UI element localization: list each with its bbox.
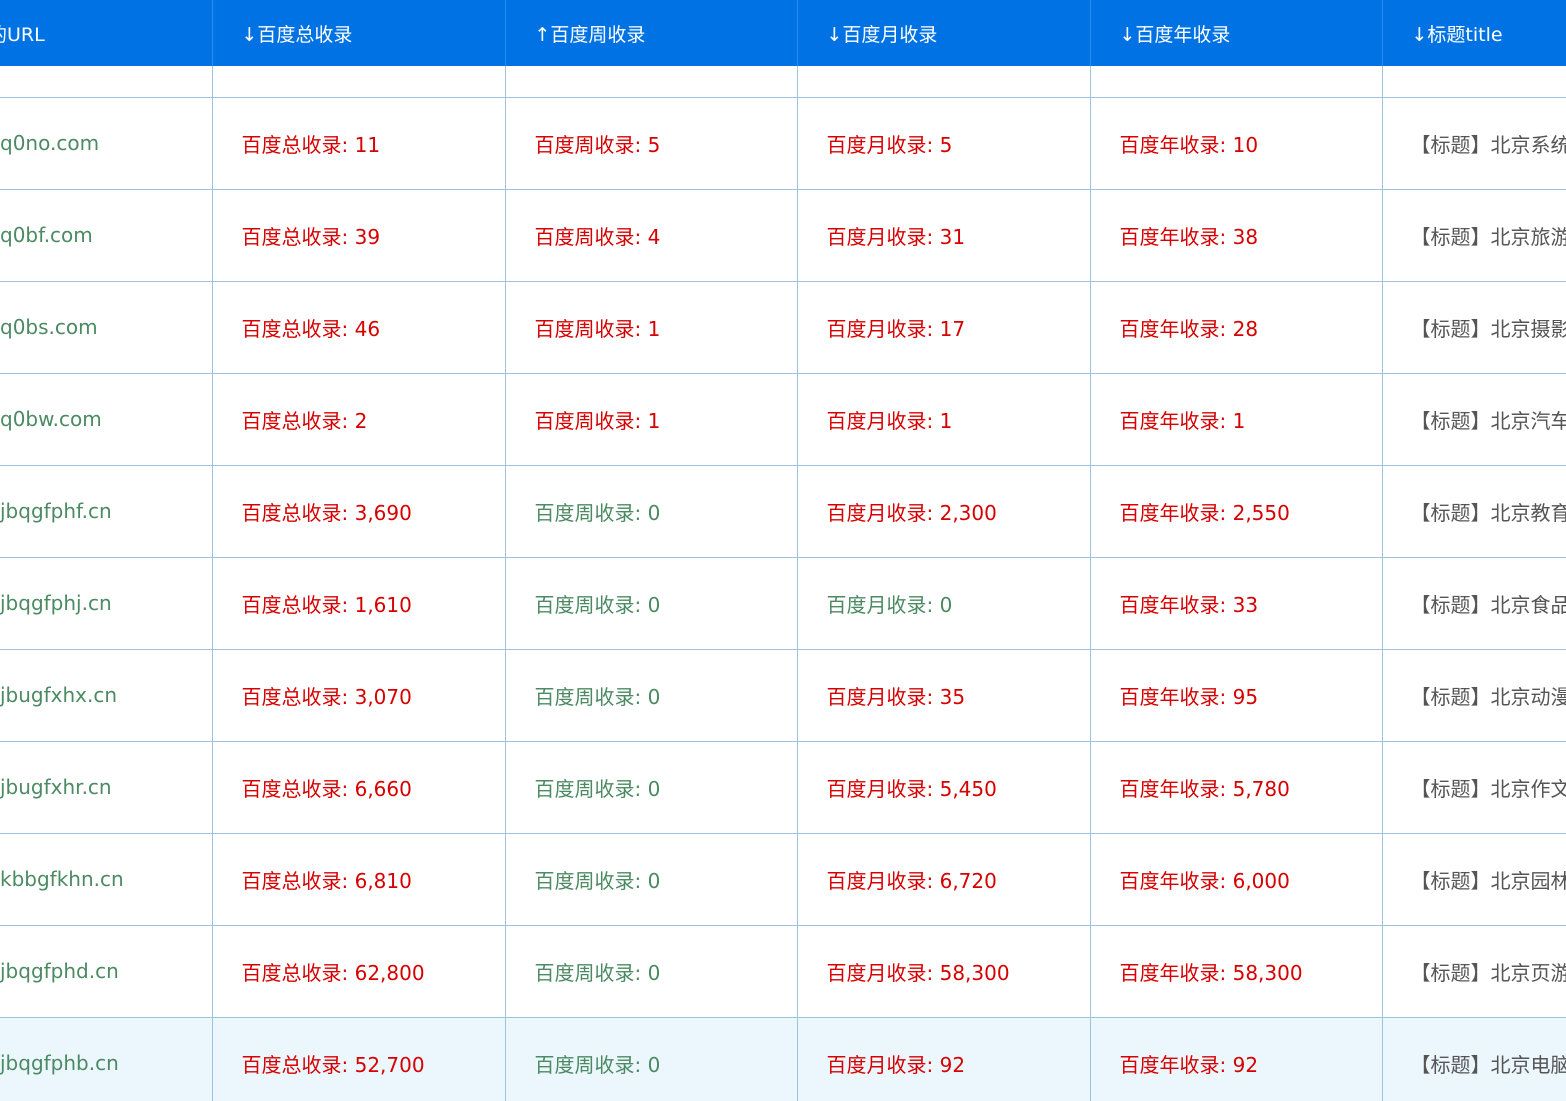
column-header-year[interactable]: ↓百度年收录: [1090, 0, 1383, 66]
cell-total-index: 百度总收录: 3,690: [212, 465, 506, 558]
cell-title: 【标题】北京作文: [1382, 741, 1566, 834]
table-row[interactable]: jbugfxhx.cn 百度总收录: 3,070 百度周收录: 0 百度月收录: 35…: [0, 649, 1566, 742]
spacer-cell: [212, 66, 506, 98]
cell-url[interactable]: kbbgfkhn.cn: [0, 833, 213, 926]
cell-month-index: 百度月收录: 2,300: [797, 465, 1091, 558]
table-row[interactable]: jbqgfphd.cn 百度总收录: 62,800 百度周收录: 0 百度月收录: 5…: [0, 925, 1566, 1018]
spacer-cell: [797, 66, 1091, 98]
results-table: 的URL ↓百度总收录 ↑百度周收录 ↓百度月收录 ↓百度年收录 ↓标题titl…: [0, 0, 1566, 1101]
cell-url[interactable]: jbqgfphb.cn: [0, 1017, 213, 1101]
cell-title: 【标题】北京电脑: [1382, 1017, 1566, 1101]
cell-title: 【标题】北京园林: [1382, 833, 1566, 926]
cell-url[interactable]: q0bf.com: [0, 189, 213, 282]
table-row[interactable]: jbugfxhr.cn 百度总收录: 6,660 百度周收录: 0 百度月收录: 5,…: [0, 741, 1566, 834]
cell-title: 【标题】北京动漫: [1382, 649, 1566, 742]
cell-year-index: 百度年收录: 92: [1090, 1017, 1383, 1101]
column-header-week[interactable]: ↑百度周收录: [505, 0, 798, 66]
spacer-cell: [1382, 66, 1566, 98]
cell-year-index: 百度年收录: 10: [1090, 97, 1383, 190]
cell-month-index: 百度月收录: 0: [797, 557, 1091, 650]
cell-total-index: 百度总收录: 1,610: [212, 557, 506, 650]
cell-url[interactable]: jbqgfphd.cn: [0, 925, 213, 1018]
cell-total-index: 百度总收录: 6,810: [212, 833, 506, 926]
cell-week-index: 百度周收录: 0: [505, 833, 798, 926]
cell-year-index: 百度年收录: 33: [1090, 557, 1383, 650]
cell-month-index: 百度月收录: 92: [797, 1017, 1091, 1101]
cell-month-index: 百度月收录: 58,300: [797, 925, 1091, 1018]
cell-total-index: 百度总收录: 2: [212, 373, 506, 466]
cell-url[interactable]: jbqgfphf.cn: [0, 465, 213, 558]
cell-title: 【标题】北京旅游: [1382, 189, 1566, 282]
cell-week-index: 百度周收录: 4: [505, 189, 798, 282]
cell-week-index: 百度周收录: 0: [505, 925, 798, 1018]
cell-url[interactable]: q0bs.com: [0, 281, 213, 374]
cell-month-index: 百度月收录: 35: [797, 649, 1091, 742]
spacer-row: [0, 66, 1566, 98]
cell-year-index: 百度年收录: 58,300: [1090, 925, 1383, 1018]
cell-title: 【标题】北京页游: [1382, 925, 1566, 1018]
cell-total-index: 百度总收录: 6,660: [212, 741, 506, 834]
table-row[interactable]: q0no.com 百度总收录: 11 百度周收录: 5 百度月收录: 5 百度年收录: …: [0, 97, 1566, 190]
column-header-title[interactable]: ↓标题title: [1382, 0, 1566, 66]
table-header: 的URL ↓百度总收录 ↑百度周收录 ↓百度月收录 ↓百度年收录 ↓标题titl…: [0, 0, 1566, 66]
cell-url[interactable]: jbugfxhr.cn: [0, 741, 213, 834]
cell-url[interactable]: jbugfxhx.cn: [0, 649, 213, 742]
cell-year-index: 百度年收录: 28: [1090, 281, 1383, 374]
cell-title: 【标题】北京教育: [1382, 465, 1566, 558]
column-header-month[interactable]: ↓百度月收录: [797, 0, 1091, 66]
cell-month-index: 百度月收录: 31: [797, 189, 1091, 282]
results-table-wrapper: 的URL ↓百度总收录 ↑百度周收录 ↓百度月收录 ↓百度年收录 ↓标题titl…: [0, 0, 1566, 1101]
cell-total-index: 百度总收录: 52,700: [212, 1017, 506, 1101]
cell-week-index: 百度周收录: 0: [505, 741, 798, 834]
cell-url[interactable]: q0bw.com: [0, 373, 213, 466]
cell-year-index: 百度年收录: 6,000: [1090, 833, 1383, 926]
cell-week-index: 百度周收录: 1: [505, 373, 798, 466]
cell-year-index: 百度年收录: 38: [1090, 189, 1383, 282]
cell-month-index: 百度月收录: 1: [797, 373, 1091, 466]
table-row[interactable]: q0bs.com 百度总收录: 46 百度周收录: 1 百度月收录: 17 百度年收录:…: [0, 281, 1566, 374]
cell-title: 【标题】北京汽车: [1382, 373, 1566, 466]
spacer-cell: [0, 66, 213, 98]
column-header-total[interactable]: ↓百度总收录: [212, 0, 506, 66]
cell-week-index: 百度周收录: 0: [505, 465, 798, 558]
table-row[interactable]: jbqgfphj.cn 百度总收录: 1,610 百度周收录: 0 百度月收录: 0百…: [0, 557, 1566, 650]
spacer-cell: [1090, 66, 1383, 98]
cell-title: 【标题】北京食品: [1382, 557, 1566, 650]
table-row[interactable]: q0bf.com 百度总收录: 39 百度周收录: 4 百度月收录: 31 百度年收录:…: [0, 189, 1566, 282]
spacer-cell: [505, 66, 798, 98]
cell-month-index: 百度月收录: 5,450: [797, 741, 1091, 834]
cell-year-index: 百度年收录: 5,780: [1090, 741, 1383, 834]
cell-year-index: 百度年收录: 1: [1090, 373, 1383, 466]
cell-month-index: 百度月收录: 6,720: [797, 833, 1091, 926]
cell-month-index: 百度月收录: 17: [797, 281, 1091, 374]
cell-week-index: 百度周收录: 0: [505, 1017, 798, 1101]
cell-week-index: 百度周收录: 5: [505, 97, 798, 190]
table-body: q0no.com 百度总收录: 11 百度周收录: 5 百度月收录: 5 百度年收录: …: [0, 66, 1566, 1101]
cell-total-index: 百度总收录: 46: [212, 281, 506, 374]
cell-total-index: 百度总收录: 62,800: [212, 925, 506, 1018]
cell-total-index: 百度总收录: 39: [212, 189, 506, 282]
cell-year-index: 百度年收录: 95: [1090, 649, 1383, 742]
table-row[interactable]: kbbgfkhn.cn 百度总收录: 6,810 百度周收录: 0 百度月收录: 6,…: [0, 833, 1566, 926]
cell-week-index: 百度周收录: 0: [505, 557, 798, 650]
table-row[interactable]: q0bw.com 百度总收录: 2 百度周收录: 1 百度月收录: 1 百度年收录: 1…: [0, 373, 1566, 466]
cell-title: 【标题】北京摄影: [1382, 281, 1566, 374]
cell-url[interactable]: jbqgfphj.cn: [0, 557, 213, 650]
cell-title: 【标题】北京系统: [1382, 97, 1566, 190]
cell-url[interactable]: q0no.com: [0, 97, 213, 190]
cell-year-index: 百度年收录: 2,550: [1090, 465, 1383, 558]
cell-month-index: 百度月收录: 5: [797, 97, 1091, 190]
cell-week-index: 百度周收录: 0: [505, 649, 798, 742]
column-header-url[interactable]: 的URL: [0, 0, 213, 66]
table-row[interactable]: jbqgfphf.cn 百度总收录: 3,690 百度周收录: 0 百度月收录: 2,…: [0, 465, 1566, 558]
cell-total-index: 百度总收录: 11: [212, 97, 506, 190]
cell-week-index: 百度周收录: 1: [505, 281, 798, 374]
header-row: 的URL ↓百度总收录 ↑百度周收录 ↓百度月收录 ↓百度年收录 ↓标题titl…: [0, 0, 1566, 66]
table-row[interactable]: jbqgfphb.cn 百度总收录: 52,700 百度周收录: 0 百度月收录: 9…: [0, 1017, 1566, 1101]
cell-total-index: 百度总收录: 3,070: [212, 649, 506, 742]
